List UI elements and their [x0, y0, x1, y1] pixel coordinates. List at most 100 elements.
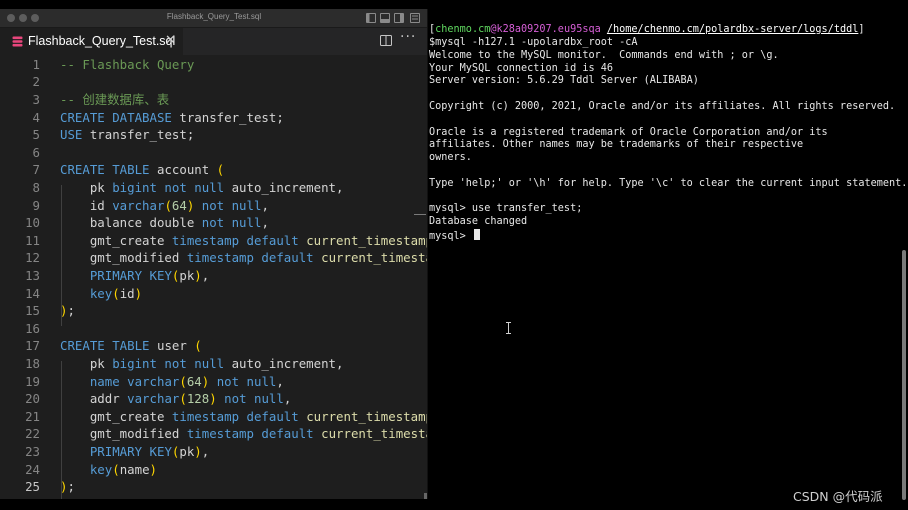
code-token: pk — [60, 355, 113, 371]
code-line[interactable]: 7 CREATE TABLE account ( — [0, 161, 427, 179]
code-line[interactable]: 20 addr varchar(128) not null, — [0, 390, 427, 408]
code-token: , — [276, 373, 284, 389]
terminal-output-line: Copyright (c) 2000, 2021, Oracle and/or … — [429, 101, 896, 112]
code-line[interactable]: 8 pk bigint not null auto_increment, — [0, 179, 427, 197]
code-token: -- Flashback Query — [60, 56, 195, 72]
line-number: 20 — [25, 391, 40, 407]
code-line[interactable]: 25); — [0, 478, 427, 496]
terminal-scrollbar[interactable] — [902, 250, 906, 500]
zoom-window-button[interactable] — [31, 14, 39, 22]
line-number: 11 — [25, 232, 40, 248]
code-token: ) — [194, 267, 202, 283]
code-token: not null — [201, 215, 262, 231]
code-line[interactable]: 21 gmt_create timestamp default current_… — [0, 408, 427, 426]
terminal-output-line: Type 'help;' or '\h' for help. Type '\c'… — [429, 177, 908, 189]
code-token: ( — [216, 162, 225, 178]
code-token: current_timestamp — [321, 426, 427, 442]
code-line[interactable]: 18 pk bigint not null auto_increment, — [0, 355, 427, 373]
code-token: name — [119, 461, 150, 477]
code-token: bigint not null — [112, 179, 225, 195]
code-line[interactable]: 3 -- 创建数据库、表 — [0, 91, 427, 109]
code-token: varchar — [127, 391, 180, 407]
line-number: 12 — [25, 250, 40, 266]
code-line[interactable]: 24 key(name) — [0, 461, 427, 479]
code-token: , — [261, 215, 269, 231]
code-token: ( — [194, 338, 202, 354]
code-token: PRIMARY KEY — [89, 443, 172, 459]
terminal-output-line: Oracle is a registered trademark of Orac… — [429, 126, 828, 138]
code-token: ( — [112, 285, 120, 301]
minimize-window-button[interactable] — [19, 14, 27, 22]
code-token: pk — [179, 267, 195, 283]
code-line[interactable]: 22 gmt_modified timestamp default curren… — [0, 425, 427, 443]
code-text: ); — [60, 478, 75, 496]
code-token: ) — [149, 461, 158, 477]
code-token: ; — [67, 303, 75, 319]
code-line[interactable]: 16 — [0, 320, 427, 338]
toggle-secondary-sidebar-icon[interactable] — [394, 13, 404, 23]
code-token: user — [149, 338, 195, 354]
code-token: gmt_create — [60, 232, 172, 248]
code-token: CREATE DATABASE — [60, 109, 172, 125]
terminal-output-line: mysql> use transfer_test; — [429, 203, 583, 215]
code-token: timestamp default — [186, 250, 314, 266]
code-line[interactable]: 10 balance double not null, — [0, 214, 427, 232]
code-line[interactable]: 9 id varchar(64) not null, — [0, 197, 427, 215]
code-line[interactable]: 13 PRIMARY KEY(pk), — [0, 267, 427, 285]
code-token: 128 — [186, 391, 210, 407]
code-token: , — [201, 443, 210, 459]
tab-flashback-query-test[interactable]: Flashback_Query_Test.sql ✕ — [0, 28, 184, 55]
code-token: transfer_test; — [171, 109, 284, 125]
code-token: CREATE TABLE — [60, 338, 150, 354]
code-token: id — [60, 197, 113, 213]
code-text: -- 创建数据库、表 — [60, 91, 169, 109]
code-text: pk bigint not null auto_increment, — [60, 179, 344, 197]
code-line[interactable]: 15); — [0, 302, 427, 320]
code-line[interactable]: 2 — [0, 73, 427, 91]
code-token: ) — [209, 391, 217, 407]
code-token: USE — [60, 127, 83, 143]
code-line[interactable]: 19 name varchar(64) not null, — [0, 373, 427, 391]
terminal-output-line: Database changed — [429, 216, 528, 228]
split-editor-icon[interactable] — [380, 35, 392, 46]
toggle-sidebar-icon[interactable] — [366, 13, 376, 23]
code-line[interactable]: 17 CREATE TABLE user ( — [0, 337, 427, 355]
code-line[interactable]: 14 key(id) — [0, 285, 427, 303]
terminal-panel[interactable]: [chenmo.cm@k28a09207.eu95sqa /home/chenm… — [429, 20, 908, 490]
code-line[interactable]: 4 CREATE DATABASE transfer_test; — [0, 109, 427, 127]
line-number: 16 — [25, 320, 40, 336]
code-text: PRIMARY KEY(pk), — [60, 267, 209, 285]
code-token: varchar — [127, 373, 180, 389]
prompt-host: @k28a09207.eu95sqa — [490, 24, 601, 35]
line-number: 22 — [25, 426, 40, 442]
code-line[interactable]: 11 gmt_create timestamp default current_… — [0, 232, 427, 250]
line-number: 8 — [32, 179, 40, 195]
terminal-output-line: Welcome to the MySQL monitor. Commands e… — [429, 49, 779, 61]
code-line[interactable]: 6 — [0, 144, 427, 162]
window-title: Flashback_Query_Test.sql — [166, 12, 262, 21]
code-text: CREATE DATABASE transfer_test; — [60, 109, 284, 127]
code-token: , — [283, 391, 292, 407]
code-area[interactable]: 1 -- Flashback Query 2 3 -- 创建数据库、表 4 CREATE D… — [0, 55, 427, 499]
code-line[interactable]: 1 -- Flashback Query — [0, 56, 427, 74]
code-token: ) — [134, 285, 143, 301]
code-token: ; — [67, 479, 75, 495]
close-tab-icon[interactable]: ✕ — [165, 33, 176, 48]
code-token: addr — [60, 391, 128, 407]
code-token: ( — [112, 461, 120, 477]
customize-layout-icon[interactable] — [410, 13, 420, 23]
code-line[interactable]: 23 PRIMARY KEY(pk), — [0, 443, 427, 461]
code-text: CREATE TABLE user ( — [60, 337, 202, 355]
code-line[interactable]: 12 gmt_modified timestamp default curren… — [0, 249, 427, 267]
code-token: timestamp default — [171, 232, 299, 248]
code-line[interactable]: 5 USE transfer_test; — [0, 126, 427, 144]
close-window-button[interactable] — [7, 14, 15, 22]
toggle-panel-icon[interactable] — [380, 13, 390, 23]
more-actions-icon[interactable]: ··· — [400, 29, 416, 45]
line-number: 1 — [32, 56, 40, 72]
line-number: 13 — [25, 267, 40, 283]
mysql-prompt-line[interactable]: mysql> — [429, 229, 480, 242]
editor-scrollbar[interactable] — [424, 493, 427, 499]
